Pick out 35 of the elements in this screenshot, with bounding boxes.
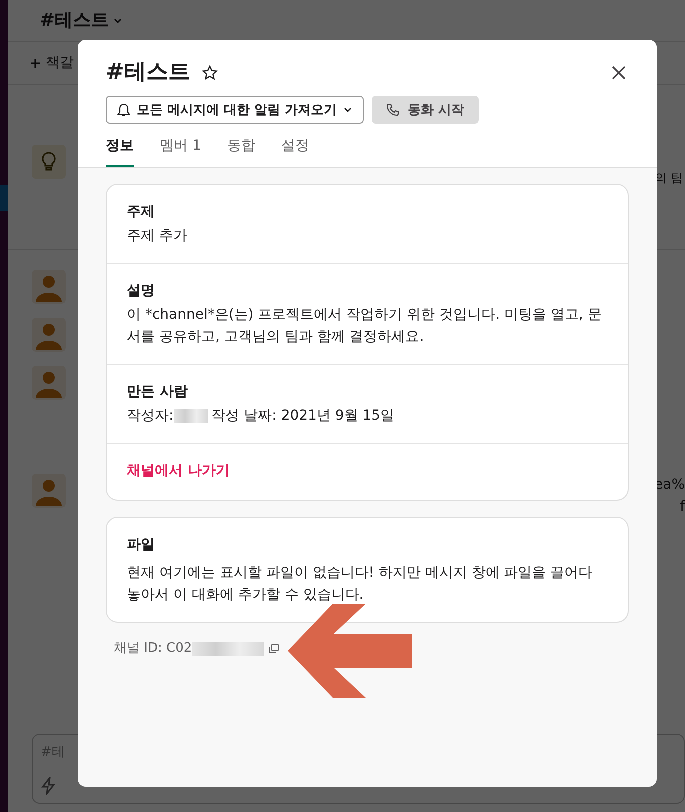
channel-title[interactable]: #테스트 [40, 7, 110, 34]
created-date: 작성 날짜: 2021년 9월 15일 [212, 407, 395, 426]
close-icon[interactable] [611, 64, 627, 81]
lightning-icon[interactable] [41, 777, 57, 795]
plus-icon[interactable] [30, 58, 41, 68]
redacted-text [174, 409, 208, 424]
dialog-title: #테스트 [106, 60, 190, 86]
leave-channel-link[interactable]: 채널에서 나가기 [127, 463, 230, 480]
avatar[interactable] [32, 474, 66, 508]
bookmark-link[interactable]: 책갈 [46, 52, 74, 74]
bell-icon [117, 102, 131, 118]
star-icon[interactable] [202, 64, 218, 81]
copy-icon[interactable] [268, 643, 280, 656]
sidebar-selection [0, 185, 8, 211]
section-text: 현재 여기에는 표시할 파일이 없습니다! 하지만 메시지 창에 파일을 끌어다 놓아서 이 대화에 추가할 수 있습니다. [127, 564, 594, 606]
phone-icon [386, 103, 400, 118]
section-heading: 설명 [127, 282, 156, 302]
avatar[interactable] [32, 366, 66, 400]
section-text: 이 *channel*은(는) 프로젝트에서 작업하기 위한 것입니다. 미팅을 열고, 문서를 공유하고, 고객님의 팀과 함께 결정하세요. [127, 306, 603, 348]
avatar[interactable] [32, 270, 66, 304]
message-text: f [680, 498, 685, 517]
tab[interactable]: 설정 [281, 136, 310, 168]
lightbulb-icon [32, 145, 66, 179]
tab[interactable]: 정보 [106, 136, 134, 168]
creator-label: 작성자: [127, 407, 174, 426]
notification-dropdown[interactable]: 모든 메시지에 대한 알림 가져오기 [106, 96, 364, 124]
tab[interactable]: 동합 [227, 136, 256, 168]
tab[interactable]: 멤버 1 [160, 136, 202, 168]
section-text: 주제 추가 [127, 227, 188, 246]
section-heading: 만든 사람 [127, 383, 189, 402]
start-call-button[interactable]: 동화 시작 [372, 96, 479, 124]
section-heading: 주제 [127, 203, 156, 222]
avatar[interactable] [32, 318, 66, 352]
section-heading: 파일 [127, 536, 156, 556]
channel-id-text: 채널 ID: C02 [114, 640, 192, 658]
